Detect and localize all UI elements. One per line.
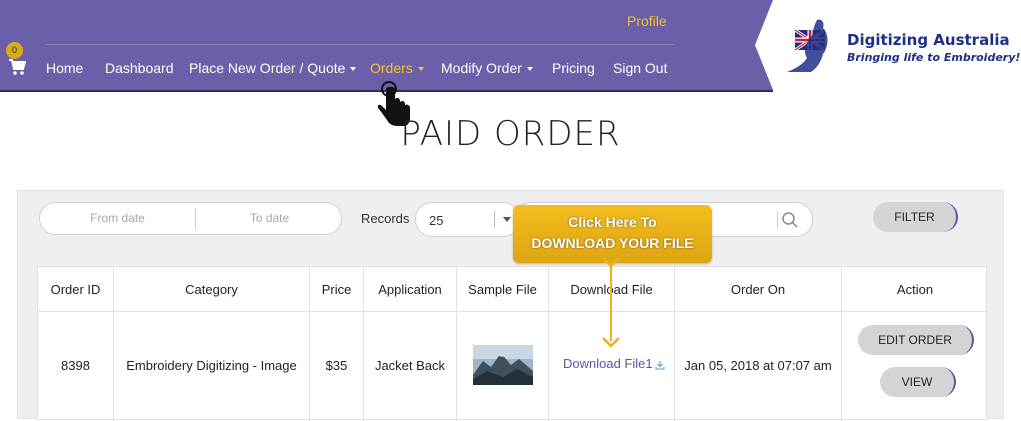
search-divider	[777, 211, 778, 228]
chevron-down-icon	[526, 67, 533, 72]
download-file-label: Download File1	[563, 356, 653, 371]
column-header-sample-file: Sample File	[457, 267, 549, 312]
download-file-link[interactable]: Download File1	[563, 356, 665, 371]
sample-file-cell	[457, 313, 549, 421]
table-row: 8398	[38, 313, 114, 421]
callout-line-2: DOWNLOAD YOUR FILE	[531, 235, 694, 251]
nav-pricing-label: Pricing	[552, 60, 595, 76]
nav-sign-out[interactable]: Sign Out	[613, 60, 667, 76]
column-header-action: Action	[842, 267, 988, 312]
column-header-application: Application	[364, 267, 457, 312]
to-date-input[interactable]: To date	[196, 203, 343, 234]
sample-file-thumbnail[interactable]	[473, 345, 533, 385]
nav-modify-order-label: Modify Order	[441, 60, 522, 76]
nav-dashboard[interactable]: Dashboard	[105, 60, 174, 76]
select-divider	[494, 211, 495, 228]
records-select-value: 25	[429, 213, 444, 228]
records-label: Records	[361, 211, 410, 226]
view-button[interactable]: VIEW	[880, 367, 956, 397]
logo-tagline: Bringing life to Embroidery!	[847, 51, 1021, 64]
nav-orders[interactable]: Orders	[370, 60, 424, 76]
logo[interactable]: Digitizing Australia Bringing life to Em…	[755, 0, 1021, 90]
filter-button[interactable]: FILTER	[873, 202, 958, 232]
nav-pricing[interactable]: Pricing	[552, 60, 595, 76]
callout-line-1: Click Here To	[568, 214, 657, 230]
chevron-down-icon	[350, 67, 357, 72]
download-file-cell: Download File1	[549, 313, 675, 421]
column-header-category: Category	[114, 267, 310, 312]
site-header: Profile 0 Home Dashboard Place New Order…	[0, 0, 1021, 92]
kangaroo-flag-logo-icon	[787, 19, 828, 72]
nav-divider	[46, 44, 674, 45]
column-header-order-id: Order ID	[38, 267, 114, 312]
search-icon[interactable]	[781, 211, 799, 229]
nav-home[interactable]: Home	[46, 60, 83, 76]
edit-order-button[interactable]: EDIT ORDER	[858, 325, 974, 355]
action-cell: EDIT ORDER VIEW	[842, 313, 988, 421]
column-header-download-file: Download File	[549, 267, 675, 312]
nav-dashboard-label: Dashboard	[105, 60, 174, 76]
nav-home-label: Home	[46, 60, 84, 76]
price-cell: $35	[325, 358, 348, 373]
logo-title: Digitizing Australia	[847, 31, 1010, 49]
order-on-cell-container: Jan 05, 2018 at 07:07 am	[675, 313, 842, 421]
orders-table: Order ID Category Price Application Samp…	[37, 266, 988, 421]
order-on-cell: Jan 05, 2018 at 07:07 am	[684, 358, 832, 373]
download-icon	[655, 360, 665, 370]
price-cell-container: $35	[310, 313, 364, 421]
download-callout: Click Here To DOWNLOAD YOUR FILE	[513, 205, 712, 263]
column-header-price: Price	[310, 267, 364, 312]
date-range-input[interactable]: From date To date	[39, 202, 342, 235]
profile-link[interactable]: Profile	[627, 13, 667, 29]
arrow-down-icon	[602, 337, 620, 348]
nav-sign-out-label: Sign Out	[613, 60, 668, 76]
application-cell-container: Jacket Back	[364, 313, 457, 421]
category-cell-container: Embroidery Digitizing - Image	[114, 313, 310, 421]
order-id-cell: 8398	[61, 358, 90, 373]
nav-place-new-order[interactable]: Place New Order / Quote	[189, 60, 357, 76]
page-title: PAID ORDER	[400, 114, 621, 154]
from-date-input[interactable]: From date	[40, 203, 195, 234]
nav-modify-order[interactable]: Modify Order	[441, 60, 533, 76]
records-select[interactable]: 25	[415, 202, 520, 237]
orders-panel: From date To date Records 25 FILTER Orde…	[17, 190, 1004, 421]
chevron-down-icon	[417, 67, 424, 72]
callout-connector-line	[610, 263, 612, 341]
top-navbar: Profile 0 Home Dashboard Place New Order…	[0, 0, 773, 92]
nav-orders-label: Orders	[370, 60, 413, 76]
column-header-order-on: Order On	[675, 267, 842, 312]
category-cell: Embroidery Digitizing - Image	[126, 358, 297, 373]
chevron-down-icon	[503, 217, 511, 222]
cart-count-badge: 0	[6, 42, 23, 59]
nav-place-new-order-label: Place New Order / Quote	[189, 60, 346, 76]
application-cell: Jacket Back	[374, 358, 446, 373]
shopping-cart-icon[interactable]	[8, 58, 26, 76]
